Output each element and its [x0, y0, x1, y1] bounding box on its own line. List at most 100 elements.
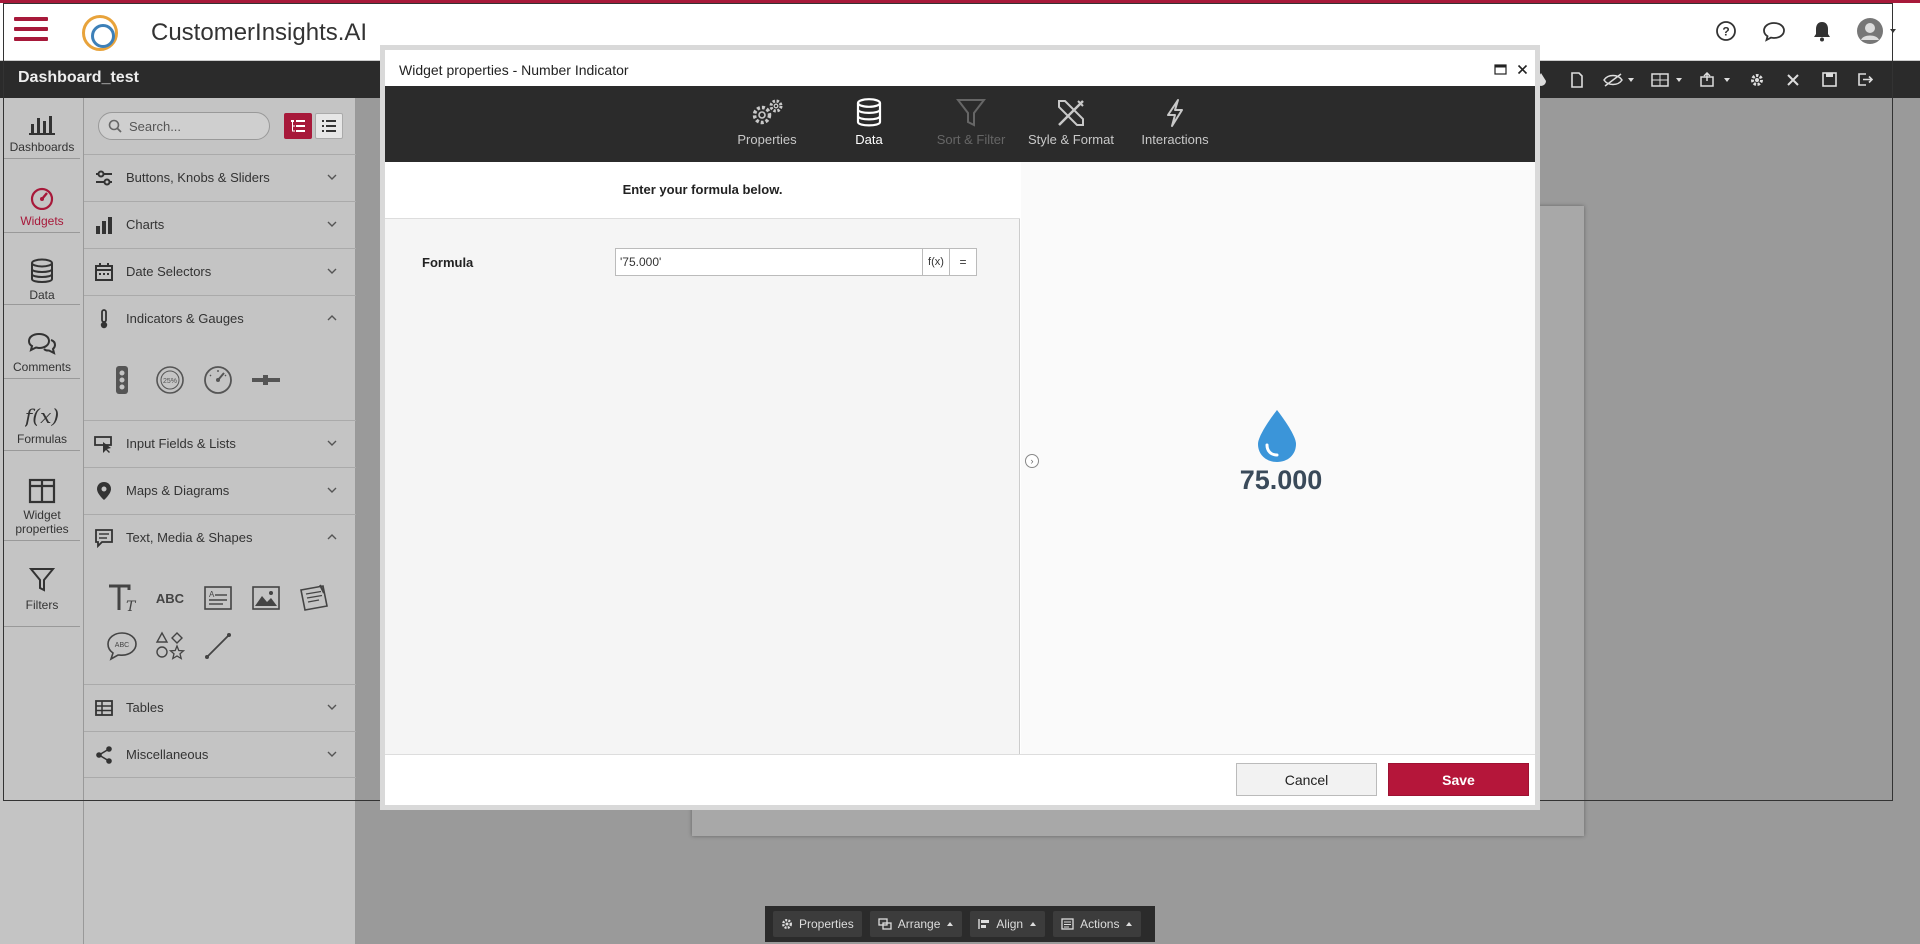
- tab-sort-filter[interactable]: Sort & Filter: [921, 98, 1021, 147]
- shapes-widget-icon[interactable]: [150, 626, 190, 666]
- export-icon[interactable]: [1698, 69, 1732, 91]
- save-button[interactable]: Save: [1388, 763, 1529, 796]
- chat-icon[interactable]: [1760, 17, 1788, 45]
- category-charts[interactable]: Charts: [84, 201, 356, 248]
- save-icon[interactable]: [1818, 69, 1840, 91]
- widgets-panel: Search... Buttons, Knobs & Sliders Chart…: [84, 98, 356, 944]
- bottom-align-button[interactable]: Align: [970, 911, 1046, 937]
- app-logo: [82, 15, 118, 51]
- pencil-ruler-icon: [1058, 100, 1084, 126]
- linear-gauge-widget-icon[interactable]: [246, 360, 286, 400]
- caret-up-icon: [1030, 922, 1037, 926]
- menu-icon[interactable]: [14, 17, 48, 45]
- bell-icon[interactable]: [1808, 17, 1836, 45]
- dialog-titlebar: Widget properties - Number Indicator: [385, 50, 1535, 86]
- tree-list-icon: [291, 120, 305, 132]
- category-text-media-shapes[interactable]: Text, Media & Shapes: [84, 514, 356, 561]
- widget-properties-dialog: Widget properties - Number Indicator Pro…: [380, 45, 1540, 810]
- bottom-toolbar: Properties Arrange Align Actions: [765, 906, 1155, 942]
- lightning-icon: [1167, 99, 1183, 127]
- tree-view-button[interactable]: [284, 113, 312, 139]
- svg-text:ABC: ABC: [115, 642, 129, 649]
- close-icon[interactable]: [1513, 60, 1531, 78]
- bottom-properties-button[interactable]: Properties: [773, 911, 862, 937]
- nav-data[interactable]: Data: [0, 258, 84, 302]
- percent-gauge-widget-icon[interactable]: 25%: [150, 360, 190, 400]
- speech-bubble-widget-icon[interactable]: ABC: [102, 626, 142, 666]
- bar-chart-icon: [96, 217, 112, 234]
- nav-formulas[interactable]: f(x) Formulas: [0, 404, 84, 446]
- nav-comments[interactable]: Comments: [0, 332, 84, 374]
- bottom-actions-button[interactable]: Actions: [1053, 911, 1142, 937]
- chevron-up-icon: [327, 315, 337, 321]
- category-input-fields-lists[interactable]: Input Fields & Lists: [84, 420, 356, 467]
- list-view-button[interactable]: [315, 113, 343, 139]
- app-title: CustomerInsights.AI: [151, 19, 368, 46]
- document-icon[interactable]: [1566, 69, 1588, 91]
- thermometer-icon: [100, 309, 108, 329]
- visibility-icon[interactable]: [1602, 69, 1636, 91]
- close-icon[interactable]: [1782, 69, 1804, 91]
- evaluate-button[interactable]: =: [949, 248, 977, 276]
- formula-label: Formula: [422, 255, 474, 270]
- chevron-down-icon: [327, 704, 337, 710]
- widget-search-input[interactable]: Search...: [98, 112, 270, 140]
- category-indicators-gauges[interactable]: Indicators & Gauges: [84, 295, 356, 342]
- user-avatar[interactable]: [1856, 17, 1900, 45]
- grid-icon[interactable]: [1650, 69, 1684, 91]
- actions-icon: [1061, 918, 1074, 930]
- drop-icon: [1258, 410, 1296, 462]
- image-widget-icon[interactable]: [246, 578, 286, 618]
- bottom-arrange-button[interactable]: Arrange: [869, 911, 963, 937]
- gauge-icon: [30, 187, 54, 210]
- align-icon: [978, 919, 990, 929]
- maximize-icon[interactable]: [1491, 60, 1509, 78]
- tab-data[interactable]: Data: [829, 98, 909, 147]
- chevron-down-icon: [327, 440, 337, 446]
- settings-icon[interactable]: [1746, 69, 1768, 91]
- help-icon[interactable]: ?: [1712, 17, 1740, 45]
- chevron-up-icon: [327, 534, 337, 540]
- list-icon: [322, 120, 336, 132]
- svg-text:25%: 25%: [163, 378, 177, 385]
- caret-up-icon: [947, 922, 954, 926]
- left-navigation: Dashboards Widgets Data Comments f(x) Fo…: [0, 98, 84, 944]
- category-miscellaneous[interactable]: Miscellaneous: [84, 731, 356, 778]
- textbox-widget-icon[interactable]: A: [198, 578, 238, 618]
- category-tables[interactable]: Tables: [84, 684, 356, 731]
- nav-widgets[interactable]: Widgets: [0, 186, 84, 228]
- cancel-button[interactable]: Cancel: [1236, 763, 1377, 796]
- table-icon: [95, 700, 113, 716]
- category-maps-diagrams[interactable]: Maps & Diagrams: [84, 467, 356, 514]
- tab-style-format[interactable]: Style & Format: [1021, 98, 1121, 147]
- dialog-title: Widget properties - Number Indicator: [399, 62, 629, 78]
- collapse-preview-icon[interactable]: ›: [1025, 454, 1039, 468]
- filter-icon: [956, 99, 986, 127]
- line-widget-icon[interactable]: [198, 626, 238, 666]
- text-bubble-icon: [95, 529, 113, 548]
- text-widget-icon[interactable]: T: [102, 578, 142, 618]
- nav-widget-properties[interactable]: Widget properties: [0, 478, 84, 536]
- formula-instruction: Enter your formula below.: [385, 162, 1020, 219]
- nav-filters[interactable]: Filters: [0, 566, 84, 612]
- category-buttons-knobs-sliders[interactable]: Buttons, Knobs & Sliders: [84, 154, 356, 201]
- tab-properties[interactable]: Properties: [727, 98, 807, 147]
- formula-pane: Enter your formula below. Formula '75.00…: [385, 162, 1020, 754]
- tab-interactions[interactable]: Interactions: [1125, 98, 1225, 147]
- note-widget-icon[interactable]: [294, 578, 334, 618]
- formula-input[interactable]: '75.000': [615, 248, 923, 276]
- nav-dashboards[interactable]: Dashboards: [0, 112, 84, 154]
- comments-icon: [27, 332, 57, 355]
- dialog-footer: Cancel Save: [385, 754, 1535, 805]
- database-icon: [856, 98, 882, 127]
- label-widget-icon[interactable]: ABC: [150, 578, 190, 618]
- traffic-light-widget-icon[interactable]: [102, 360, 142, 400]
- layout-icon: [28, 478, 56, 504]
- function-button[interactable]: f(x): [922, 248, 950, 276]
- dial-gauge-widget-icon[interactable]: [198, 360, 238, 400]
- category-date-selectors[interactable]: Date Selectors: [84, 248, 356, 295]
- chevron-down-icon: [327, 174, 337, 180]
- preview-pane: › 75.000: [1021, 162, 1535, 754]
- bar-chart-icon: [29, 116, 55, 135]
- exit-icon[interactable]: [1854, 69, 1876, 91]
